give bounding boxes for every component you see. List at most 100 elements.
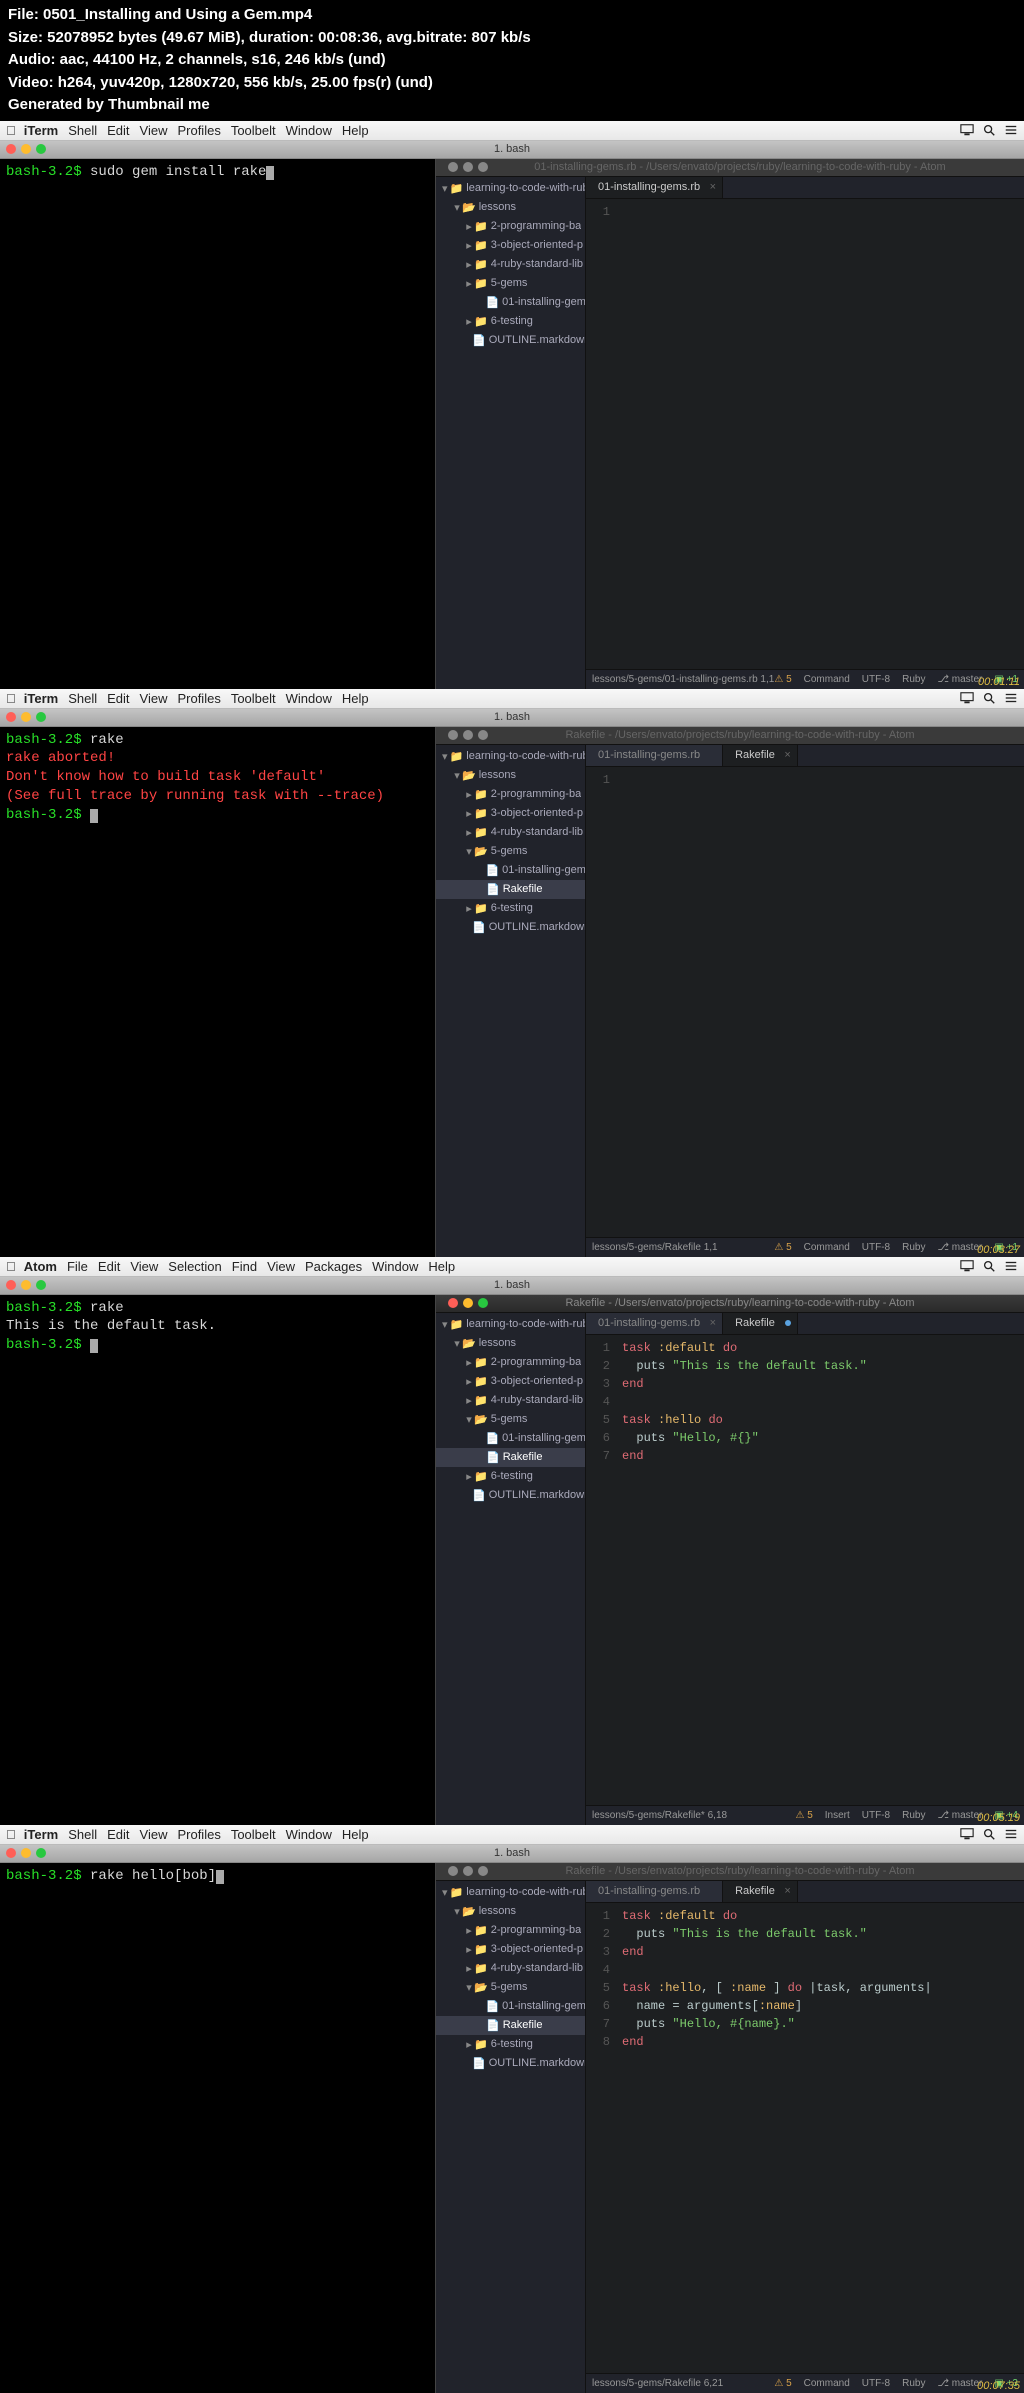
code-area[interactable] (616, 767, 1024, 1237)
close-tab-icon[interactable]: × (784, 1885, 790, 1897)
editor[interactable]: 1234567task :default do puts "This is th… (586, 1335, 1024, 1805)
code-area[interactable] (616, 199, 1024, 669)
menu-item[interactable]: Selection (168, 1259, 221, 1274)
menu-item[interactable]: Window (286, 123, 332, 138)
editor-tab[interactable]: Rakefile× (723, 745, 798, 766)
search-icon[interactable] (982, 123, 996, 137)
status-encoding[interactable]: UTF-8 (862, 2378, 890, 2389)
tree-item[interactable]: 📄Rakefile (436, 2016, 585, 2035)
tree-item[interactable]: ▾📁learning-to-code-with-rub (436, 747, 585, 766)
search-icon[interactable] (982, 1827, 996, 1841)
menu-item[interactable]: Toolbelt (231, 691, 276, 706)
terminal[interactable]: bash-3.2$ rakeThis is the default task.b… (0, 1295, 435, 1825)
menu-item[interactable]: Toolbelt (231, 123, 276, 138)
file-tree[interactable]: ▾📁learning-to-code-with-rub▾📂lessons▸📁2-… (436, 745, 586, 1257)
menu-item[interactable]: Toolbelt (231, 1827, 276, 1842)
tree-item[interactable]: ▸📁2-programming-ba (436, 1921, 585, 1940)
tree-item[interactable]: ▸📁3-object-oriented-p (436, 1372, 585, 1391)
editor-tab[interactable]: 01-installing-gems.rb× (586, 1313, 723, 1334)
menu-item[interactable]: Help (428, 1259, 455, 1274)
menu-item[interactable]: Help (342, 691, 369, 706)
menu-icon[interactable] (1004, 691, 1018, 705)
status-encoding[interactable]: UTF-8 (862, 1810, 890, 1821)
monitor-icon[interactable] (960, 1827, 974, 1841)
menu-item[interactable]: Shell (68, 691, 97, 706)
menu-item[interactable]: View (130, 1259, 158, 1274)
code-area[interactable]: task :default do puts "This is the defau… (616, 1335, 1024, 1805)
monitor-icon[interactable] (960, 691, 974, 705)
menu-icon[interactable] (1004, 123, 1018, 137)
tree-item[interactable]: 📄01-installing-gem (436, 293, 585, 312)
menu-item[interactable]: Edit (107, 1827, 129, 1842)
warning-icon[interactable]: ⚠ 5 (774, 674, 791, 685)
warning-icon[interactable]: ⚠ 5 (774, 1242, 791, 1253)
close-icon[interactable] (6, 712, 16, 722)
tree-item[interactable]: ▾📂5-gems (436, 1410, 585, 1429)
minimize-icon[interactable] (21, 1848, 31, 1858)
monitor-icon[interactable] (960, 1259, 974, 1273)
search-icon[interactable] (982, 1259, 996, 1273)
tree-item[interactable]: ▸📁4-ruby-standard-lib (436, 823, 585, 842)
status-encoding[interactable]: UTF-8 (862, 1242, 890, 1253)
tree-item[interactable]: 📄01-installing-gem (436, 861, 585, 880)
zoom-icon[interactable] (478, 162, 488, 172)
menu-item[interactable]: Find (232, 1259, 257, 1274)
menu-item[interactable]: Edit (98, 1259, 120, 1274)
tree-item[interactable]: 📄Rakefile (436, 1448, 585, 1467)
close-icon[interactable] (6, 1848, 16, 1858)
close-icon[interactable] (448, 1866, 458, 1876)
status-lang[interactable]: Ruby (902, 2378, 925, 2389)
status-lang[interactable]: Ruby (902, 674, 925, 685)
close-tab-icon[interactable]: × (710, 181, 716, 193)
menu-item[interactable]: Shell (68, 1827, 97, 1842)
git-branch[interactable]: ⎇ master (937, 1242, 982, 1253)
tree-item[interactable]: ▸📁6-testing (436, 312, 585, 331)
tree-item[interactable]: 📄OUTLINE.markdown (436, 1486, 585, 1505)
minimize-icon[interactable] (463, 1866, 473, 1876)
tree-item[interactable]: 📄01-installing-gem (436, 1429, 585, 1448)
tree-item[interactable]: ▾📁learning-to-code-with-rub (436, 179, 585, 198)
menu-item[interactable]: View (140, 1827, 168, 1842)
tree-item[interactable]: 📄OUTLINE.markdown (436, 918, 585, 937)
menu-item[interactable]: Packages (305, 1259, 362, 1274)
zoom-icon[interactable] (36, 144, 46, 154)
tree-item[interactable]: ▾📁learning-to-code-with-rub (436, 1315, 585, 1334)
editor-tab[interactable]: 01-installing-gems.rb× (586, 177, 723, 198)
menu-item[interactable]: View (140, 123, 168, 138)
close-tab-icon[interactable]: × (784, 749, 790, 761)
close-icon[interactable] (6, 144, 16, 154)
menu-item[interactable]: Profiles (177, 123, 220, 138)
editor-tab[interactable]: Rakefile× (723, 1881, 798, 1902)
editor[interactable]: 1 (586, 199, 1024, 669)
minimize-icon[interactable] (21, 712, 31, 722)
warning-icon[interactable]: ⚠ 5 (774, 2378, 791, 2389)
tree-item[interactable]: ▸📁5-gems (436, 274, 585, 293)
menu-item[interactable]: Window (372, 1259, 418, 1274)
tree-item[interactable]: ▾📁learning-to-code-with-rub (436, 1883, 585, 1902)
tree-item[interactable]: 📄Rakefile (436, 880, 585, 899)
app-name[interactable]: Atom (24, 1259, 57, 1274)
file-tree[interactable]: ▾📁learning-to-code-with-rub▾📂lessons▸📁2-… (436, 1881, 586, 2393)
apple-icon[interactable]:  (6, 123, 16, 138)
editor-tab[interactable]: Rakefile (723, 1313, 798, 1334)
close-icon[interactable] (6, 1280, 16, 1290)
terminal[interactable]: bash-3.2$ rake hello[bob] (0, 1863, 435, 2393)
tree-item[interactable]: ▸📁6-testing (436, 2035, 585, 2054)
apple-icon[interactable]:  (6, 691, 16, 706)
menu-item[interactable]: Window (286, 1827, 332, 1842)
status-lang[interactable]: Ruby (902, 1810, 925, 1821)
zoom-icon[interactable] (478, 730, 488, 740)
zoom-icon[interactable] (478, 1866, 488, 1876)
minimize-icon[interactable] (21, 1280, 31, 1290)
menu-item[interactable]: Help (342, 123, 369, 138)
menu-item[interactable]: Edit (107, 691, 129, 706)
minimize-icon[interactable] (463, 1298, 473, 1308)
close-icon[interactable] (448, 162, 458, 172)
app-name[interactable]: iTerm (24, 123, 58, 138)
tree-item[interactable]: ▸📁2-programming-ba (436, 785, 585, 804)
tree-item[interactable]: ▸📁4-ruby-standard-lib (436, 1391, 585, 1410)
tree-item[interactable]: 📄OUTLINE.markdown (436, 331, 585, 350)
minimize-icon[interactable] (463, 162, 473, 172)
apple-icon[interactable]:  (6, 1259, 16, 1274)
editor-tab[interactable]: 01-installing-gems.rb (586, 1881, 723, 1902)
